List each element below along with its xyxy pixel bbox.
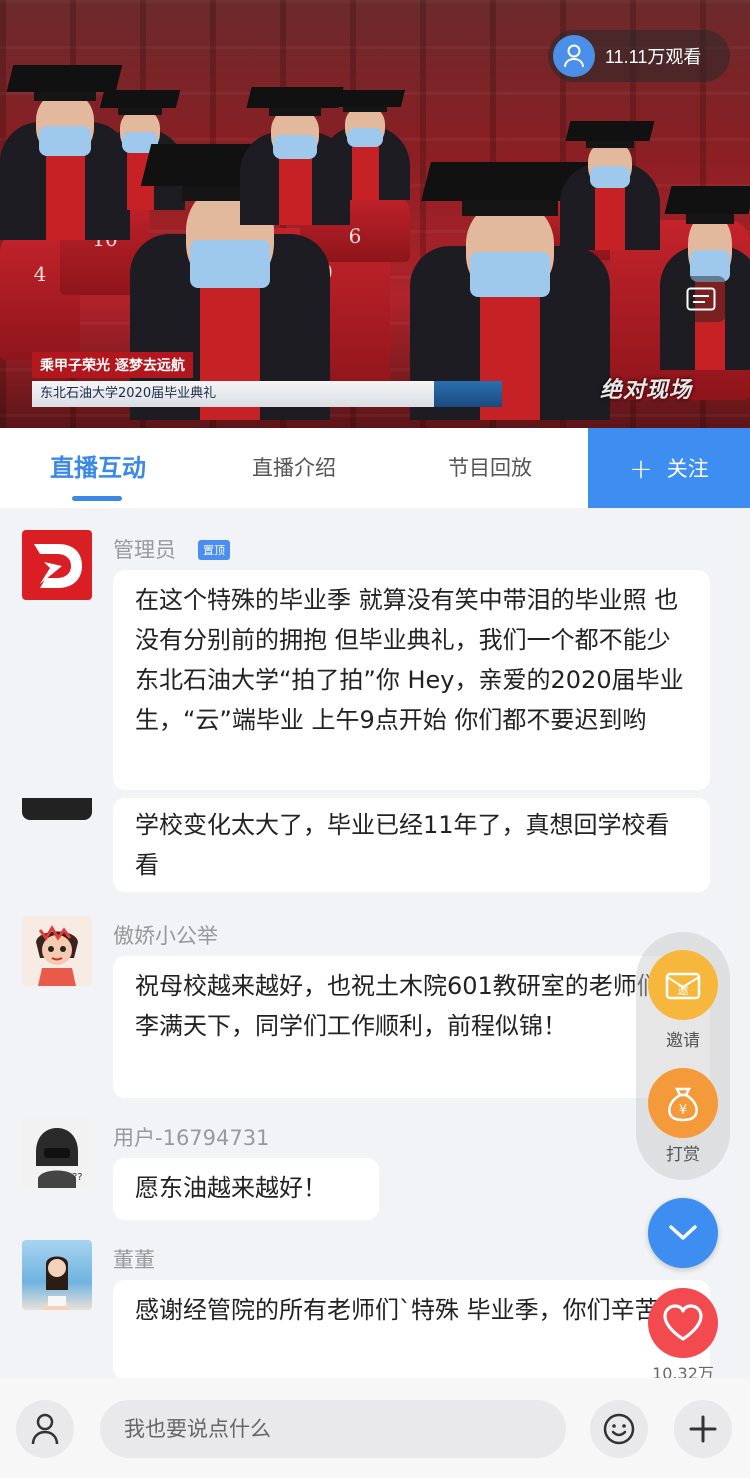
caption-bar: 东北石油大学2020届毕业典礼 — [32, 381, 502, 407]
slogan-banner: 乘甲子荣光 逐梦去远航 — [32, 352, 193, 378]
comment-input[interactable]: 我也要说点什么 — [100, 1400, 566, 1458]
avatar[interactable] — [22, 798, 92, 820]
plus-icon: + — [629, 451, 653, 485]
side-action-panel: 邀 邀请 ¥ 打赏 — [636, 932, 730, 1180]
reward-label: 打赏 — [666, 1145, 700, 1165]
program-logo: 绝对现场 — [600, 378, 693, 403]
message-bubble: 感谢经管院的所有老师们`特殊 毕业季，你们辛苦了 — [113, 1280, 710, 1378]
pinned-badge: 置顶 — [198, 540, 230, 560]
chevron-down-icon — [669, 1225, 697, 1240]
avatar[interactable]: ?? — [22, 1118, 92, 1188]
avatar[interactable] — [22, 1240, 92, 1310]
heart-icon — [663, 1304, 703, 1341]
user-icon — [553, 35, 595, 77]
avatar[interactable] — [22, 916, 92, 986]
tab-live-intro[interactable]: 直播介绍 — [196, 428, 392, 508]
sender-name: 用户-16794731 — [113, 1126, 270, 1150]
chat-list[interactable]: 管理员 置顶 在这个特殊的毕业季 就算没有笑中带泪的毕业照 也没有分别前的拥抱 但… — [0, 508, 750, 1378]
svg-text:??: ?? — [72, 1172, 83, 1183]
sender-name-text: 管理员 — [113, 538, 176, 562]
invite-icon-text: 邀 — [678, 983, 689, 997]
user-icon — [31, 1413, 59, 1445]
viewer-count-pill: 11.11万观看 — [548, 30, 730, 82]
tab-bar: 直播互动 直播介绍 节目回放 + 关注 — [0, 428, 750, 508]
scroll-to-latest-button[interactable] — [648, 1198, 718, 1268]
plus-icon — [689, 1415, 717, 1443]
tab-live-interaction[interactable]: 直播互动 — [0, 428, 196, 508]
reward-button[interactable]: ¥ — [648, 1068, 718, 1138]
message-bubble: 在这个特殊的毕业季 就算没有笑中带泪的毕业照 也没有分别前的拥抱 但毕业典礼，我… — [113, 570, 710, 790]
danmaku-toggle-icon[interactable] — [676, 276, 726, 322]
bottom-input-bar: 我也要说点什么 — [0, 1378, 750, 1478]
viewer-count: 11.11万观看 — [605, 47, 702, 67]
sender-name: 傲娇小公举 — [113, 924, 218, 948]
more-button[interactable] — [674, 1400, 732, 1458]
caption-accent — [434, 381, 502, 407]
smiley-icon — [603, 1413, 635, 1445]
graduate — [660, 170, 750, 370]
caption-text: 东北石油大学2020届毕业典礼 — [32, 381, 434, 407]
emoji-button[interactable] — [590, 1400, 648, 1458]
message-bubble: 学校变化太大了，毕业已经11年了，真想回学校看看 — [113, 798, 710, 892]
graduate — [560, 110, 660, 250]
broadcast-lower-third: 乘甲子荣光 逐梦去远航 东北石油大学2020届毕业典礼 — [32, 352, 502, 407]
graduate — [320, 80, 410, 200]
tab-replay[interactable]: 节目回放 — [392, 428, 588, 508]
invite-button[interactable]: 邀 — [648, 950, 718, 1020]
follow-label: 关注 — [666, 457, 709, 481]
reward-icon-text: ¥ — [679, 1103, 687, 1118]
profile-button[interactable] — [16, 1400, 74, 1458]
follow-button[interactable]: + 关注 — [588, 428, 750, 508]
live-video-player[interactable]: 4 10 10 6 11.11万观看 乘甲子荣光 逐梦去远航 东北石油大学202… — [0, 0, 750, 428]
message-bubble: 愿东油越来越好！ — [113, 1158, 379, 1220]
like-button[interactable] — [648, 1288, 718, 1358]
sender-name: 管理员 置顶 — [113, 534, 230, 564]
avatar[interactable] — [22, 530, 92, 600]
invite-label: 邀请 — [666, 1031, 700, 1051]
message-bubble: 祝母校越来越好，也祝土木院601教研室的老师们桃李满天下，同学们工作顺利，前程似… — [113, 956, 710, 1098]
sender-name: 董董 — [113, 1248, 155, 1272]
